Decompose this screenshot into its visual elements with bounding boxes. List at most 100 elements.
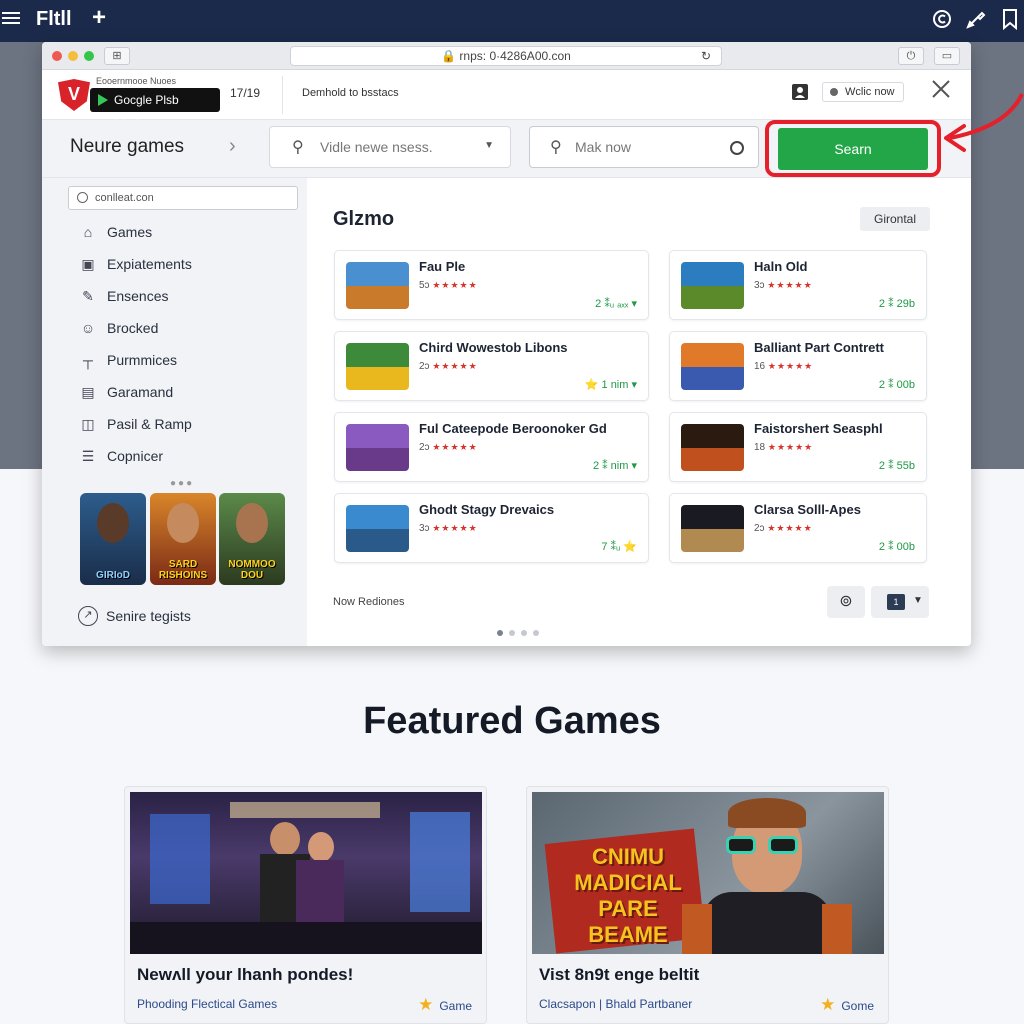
app-topbar: Fltll + — [0, 0, 1024, 42]
game-rating: 18 ★★★★★ — [754, 442, 814, 453]
google-play-badge[interactable]: Gocgle Plsb ighshcn — [90, 88, 220, 131]
tag-icon: ▤ — [81, 383, 95, 400]
location-pin-icon[interactable]: ⊚ — [827, 586, 865, 618]
featured-card-tag[interactable]: ★ Game — [418, 995, 472, 1015]
tabs-icon[interactable]: ▭ — [934, 47, 960, 65]
carousel-dots: ●●● — [170, 478, 195, 489]
close-window-button[interactable] — [52, 51, 62, 61]
featured-image: CNIMU MADICIAL PARE BEAME — [532, 792, 884, 954]
game-thumbnail — [346, 343, 409, 390]
game-card[interactable]: Ful Cateepode Beroonoker Gd 2ↄ ★★★★★ 2 ⁑… — [334, 412, 649, 482]
panel-title: Glzmo — [333, 208, 395, 230]
minimize-window-button[interactable] — [68, 51, 78, 61]
clock-icon: ↗ — [78, 606, 98, 626]
list-icon: ☰ — [81, 447, 95, 464]
search-input-placeholder: Mak now — [575, 139, 632, 155]
game-card[interactable]: Haln Old 3ↄ ★★★★★ 2 ⁑ 29b — [669, 250, 927, 320]
game-card[interactable]: Chird Wowestob Libons 2ↄ ★★★★★ ⭐ 1 nim ▾ — [334, 331, 649, 401]
share-icon[interactable]: ⏻ — [898, 47, 924, 65]
thumbnail-caption: NOMMOO DOU — [228, 559, 276, 581]
sidebar-toggle-icon[interactable]: ⊞ — [104, 47, 130, 65]
featured-card-subtitle[interactable]: Clacsapon | Bhald Partbaner — [539, 997, 692, 1011]
browser-window: ⊞ 🔒 rnps: 0·4286A00.con ↻ ⏻ ▭ V Eooernmo… — [42, 42, 971, 646]
category-select-value: Vidle newe nsess. — [320, 139, 433, 155]
bookmark-icon[interactable] — [998, 7, 1022, 31]
game-thumbnail — [346, 424, 409, 471]
sidebar-thumbnail[interactable]: GIRIoD — [80, 493, 146, 585]
game-thumbnail — [681, 262, 744, 309]
sidebar-item-expiatements[interactable]: ▣ Expiatements — [78, 254, 192, 274]
character-portrait — [236, 503, 268, 543]
game-count: 2 ⁑ 55b — [878, 460, 915, 472]
game-rating: 5ↄ ★★★★★ — [419, 280, 478, 291]
sidebar-item-games[interactable]: ⌂ Games — [78, 222, 152, 242]
chevron-right-icon[interactable]: › — [229, 135, 236, 158]
menu-icon[interactable] — [2, 9, 20, 27]
page-number: 1 — [887, 594, 905, 610]
category-select[interactable]: ⚲ Vidle newe nsess. ▼ — [269, 126, 511, 168]
site-logo[interactable]: V — [58, 79, 90, 111]
sidebar-search-input[interactable]: conlleat.con — [68, 186, 298, 210]
game-rating: 2ↄ ★★★★★ — [419, 442, 478, 453]
sidebar-item-brocked[interactable]: ☺ Brocked — [78, 318, 159, 338]
star-icon: ★ — [820, 995, 836, 1014]
sidebar-footer-link[interactable]: ↗ Senire tegists — [78, 606, 191, 626]
copyright-icon[interactable] — [930, 7, 954, 31]
target-icon[interactable] — [730, 141, 744, 155]
sidebar-item-purmmices[interactable]: ┬ Purmmices — [78, 350, 177, 370]
filter-badge[interactable]: Girontal — [860, 207, 930, 231]
thumbnail-caption: GIRIoD — [96, 570, 130, 581]
sidebar-item-pasil-ramp[interactable]: ◫ Pasil & Ramp — [78, 414, 191, 434]
featured-card[interactable]: CNIMU MADICIAL PARE BEAME Vist 8n9t enge… — [526, 786, 889, 1024]
page-select[interactable]: 1 ▼ — [871, 586, 929, 618]
refresh-icon[interactable]: ↻ — [701, 47, 711, 65]
game-title: Ghodt Stagy Drevaics — [419, 502, 555, 517]
game-thumbnail — [681, 505, 744, 552]
featured-card-tag[interactable]: ★ Gome — [820, 995, 874, 1015]
game-title: Balliant Part Contrett — [754, 340, 885, 355]
divider — [282, 76, 283, 114]
thumbnail-caption: SARD RISHOINS — [158, 559, 208, 581]
game-card[interactable]: Clarsa Solll-Apes 2ↄ ★★★★★ 2 ⁑ 00b — [669, 493, 927, 563]
featured-card[interactable]: Newʌll your lhanh pondes! Phooding Flect… — [124, 786, 487, 1024]
pencil-icon: ✎ — [82, 287, 94, 304]
sidebar-item-garamand[interactable]: ▤ Garamand — [78, 382, 173, 402]
app-title: Fltll — [36, 8, 72, 30]
game-title: Chird Wowestob Libons — [419, 340, 568, 355]
game-thumbnail — [681, 424, 744, 471]
add-tab-button[interactable]: + — [92, 4, 106, 32]
sidebar-item-label: Expiatements — [107, 256, 192, 272]
watch-now-button[interactable]: Wclic now — [822, 82, 904, 102]
game-card[interactable]: Faistorshert Seasphl 18 ★★★★★ 2 ⁑ 55b — [669, 412, 927, 482]
pagination-dots[interactable] — [497, 630, 539, 636]
game-count: 7 ⁑ᵤ ⭐ — [601, 541, 637, 553]
game-title: Faistorshert Seasphl — [754, 421, 883, 436]
sidebar-item-ensences[interactable]: ✎ Ensences — [78, 286, 168, 306]
sidebar-item-copnicer[interactable]: ☰ Copnicer — [78, 446, 163, 466]
search-button[interactable]: Searn — [778, 128, 928, 170]
header-link[interactable]: Demhold to bsstacs — [302, 87, 399, 99]
featured-card-subtitle[interactable]: Phooding Flectical Games — [137, 997, 277, 1011]
featured-image — [130, 792, 482, 954]
sidebar-item-label: Brocked — [107, 320, 159, 336]
game-count: 2 ⁑ᵤ ₐₓₓ ▾ — [595, 298, 637, 310]
search-icon: ⚲ — [550, 139, 562, 156]
games-panel: Glzmo Girontal Fau Ple 5ↄ ★★★★★ 2 ⁑ᵤ ₐₓₓ… — [307, 178, 954, 640]
panel-footer-text: Now Rediones — [333, 596, 405, 608]
featured-art-text: CNIMU MADICIAL PARE BEAME — [574, 844, 682, 947]
game-card[interactable]: Ghodt Stagy Drevaics 3ↄ ★★★★★ 7 ⁑ᵤ ⭐ — [334, 493, 649, 563]
pen-tool-icon[interactable] — [964, 7, 988, 31]
user-icon[interactable] — [790, 82, 810, 107]
game-card[interactable]: Fau Ple 5ↄ ★★★★★ 2 ⁑ᵤ ₐₓₓ ▾ — [334, 250, 649, 320]
search-row: Neure games › ⚲ Vidle newe nsess. ▼ ⚲ Ma… — [42, 120, 971, 178]
game-card[interactable]: Balliant Part Contrett 16 ★★★★★ 2 ⁑ 00b — [669, 331, 927, 401]
sidebar-thumbnail[interactable]: SARD RISHOINS — [150, 493, 216, 585]
search-input[interactable]: ⚲ Mak now — [529, 126, 759, 168]
search-icon: ⚲ — [292, 139, 304, 156]
sidebar-thumbnail[interactable]: NOMMOO DOU — [219, 493, 285, 585]
maximize-window-button[interactable] — [84, 51, 94, 61]
sidebar-footer-label: Senire tegists — [106, 608, 191, 624]
sidebar-item-label: Games — [107, 224, 153, 240]
sidebar-item-label: Ensences — [107, 288, 169, 304]
address-bar[interactable]: 🔒 rnps: 0·4286A00.con ↻ — [290, 46, 722, 66]
